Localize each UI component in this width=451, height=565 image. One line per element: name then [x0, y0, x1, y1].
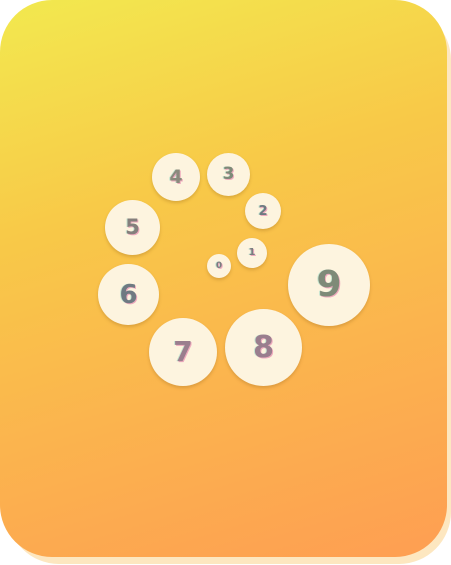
- digit-label-3: 3: [222, 164, 235, 184]
- digit-button-6[interactable]: 6: [98, 264, 159, 325]
- digit-button-2[interactable]: 2: [245, 193, 281, 229]
- digit-label-7: 7: [173, 335, 193, 368]
- digit-label-2: 2: [258, 203, 268, 219]
- digit-label-4: 4: [169, 165, 183, 188]
- digit-button-9[interactable]: 9: [288, 244, 370, 326]
- digit-button-3[interactable]: 3: [207, 153, 250, 196]
- digit-button-1[interactable]: 1: [237, 238, 267, 268]
- digit-button-7[interactable]: 7: [149, 318, 217, 386]
- digit-label-1: 1: [248, 247, 256, 258]
- digit-button-8[interactable]: 8: [225, 309, 302, 386]
- digit-label-6: 6: [119, 279, 138, 310]
- digit-label-9: 9: [316, 264, 342, 305]
- digit-button-0[interactable]: 0: [207, 254, 231, 278]
- digit-label-0: 0: [215, 260, 223, 271]
- digit-label-8: 8: [253, 329, 274, 365]
- digit-label-5: 5: [125, 215, 140, 239]
- digit-button-4[interactable]: 4: [152, 153, 200, 201]
- spiral-keypad-card: 0 1 2 3 4 5 6 7 8 9: [0, 0, 447, 557]
- digit-button-5[interactable]: 5: [105, 200, 160, 255]
